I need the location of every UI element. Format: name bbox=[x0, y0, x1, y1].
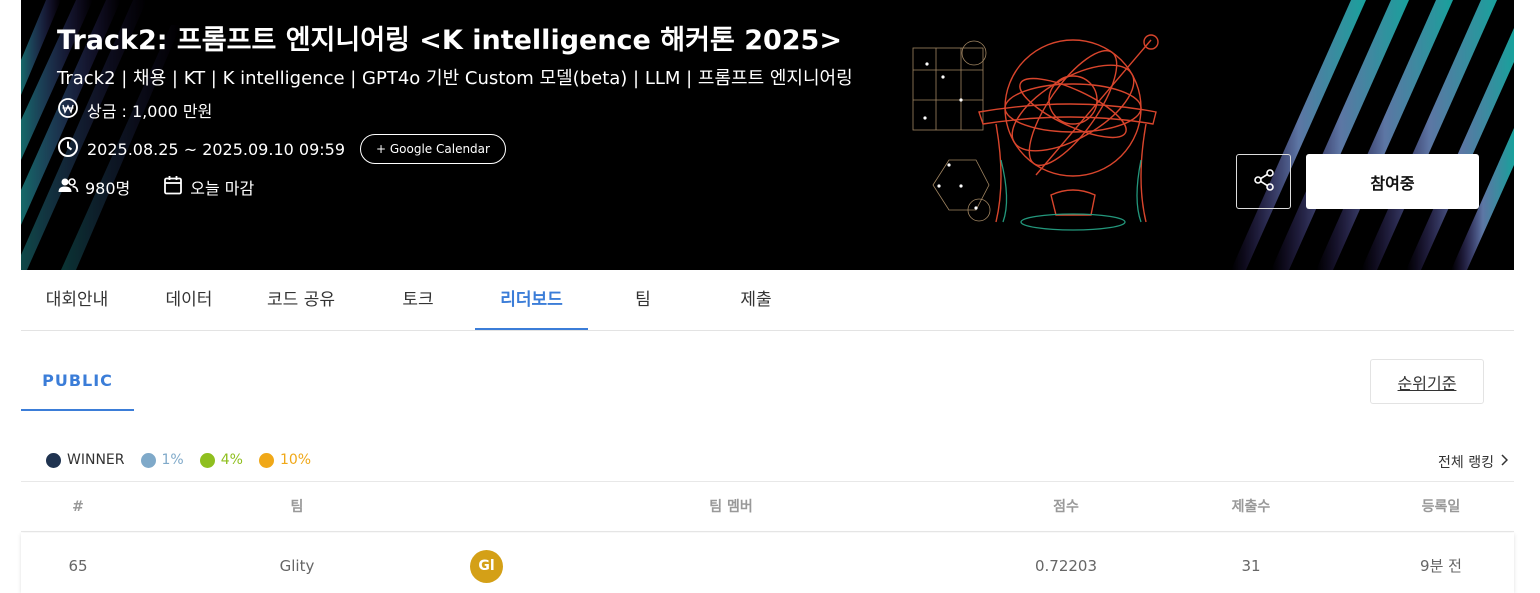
tab-leaderboard[interactable]: 리더보드 bbox=[475, 270, 588, 330]
legend-top-10: 10% bbox=[258, 452, 312, 468]
top-4-dot bbox=[199, 452, 215, 468]
tab-team[interactable]: 팀 bbox=[587, 270, 699, 330]
column-members: 팀 멤버 bbox=[709, 499, 753, 515]
rank-legend: WINNER 1% 4% 10% bbox=[46, 452, 327, 468]
top-10-dot bbox=[258, 452, 274, 468]
legend-label: WINNER bbox=[67, 452, 125, 468]
row-rank: 65 bbox=[68, 557, 88, 575]
people-icon bbox=[57, 174, 79, 200]
banner-text: Track2: 프롬프트 엔지니어링 <K intelligence 해커톤 2… bbox=[57, 0, 957, 270]
row-submissions: 31 bbox=[1241, 557, 1261, 575]
legend-top-1: 1% bbox=[140, 452, 184, 468]
table-row[interactable]: 65 Glity Gl 0.72203 31 9분 전 bbox=[21, 533, 1514, 593]
column-score: 점수 bbox=[1053, 499, 1079, 515]
tab-overview[interactable]: 대회안내 bbox=[21, 270, 133, 330]
competition-tags: Track2 | 채용 | KT | K intelligence | GPT4… bbox=[57, 68, 853, 89]
row-team-name: Glity bbox=[279, 557, 315, 575]
sort-criteria-button[interactable]: 순위기준 bbox=[1370, 359, 1484, 404]
legend-label: 1% bbox=[161, 452, 184, 468]
meta-row: 980명 오늘 마감 bbox=[57, 174, 254, 200]
tab-talk[interactable]: 토크 bbox=[362, 270, 474, 330]
column-rank: # bbox=[72, 499, 84, 515]
competition-banner: Track2: 프롬프트 엔지니어링 <K intelligence 해커톤 2… bbox=[21, 0, 1514, 270]
competition-page: Track2: 프롬프트 엔지니어링 <K intelligence 해커톤 2… bbox=[0, 0, 1540, 593]
tab-data[interactable]: 데이터 bbox=[133, 270, 245, 330]
deadline-text: 오늘 마감 bbox=[190, 179, 255, 198]
member-avatar[interactable]: Gl bbox=[470, 550, 503, 583]
legend-top-4: 4% bbox=[199, 452, 243, 468]
top-1-dot bbox=[140, 452, 156, 468]
won-coin-icon bbox=[57, 97, 79, 123]
google-calendar-button[interactable]: + Google Calendar bbox=[360, 134, 506, 164]
participants-count: 980명 bbox=[85, 179, 131, 198]
column-submissions: 제출수 bbox=[1231, 499, 1271, 515]
tab-public[interactable]: PUBLIC bbox=[21, 359, 134, 411]
leaderboard-header: # 팀 팀 멤버 점수 제출수 등록일 bbox=[21, 481, 1514, 532]
legend-winner: WINNER bbox=[46, 452, 125, 468]
row-registered: 9분 전 bbox=[1420, 557, 1462, 575]
full-ranking-label: 전체 랭킹 bbox=[1438, 455, 1494, 471]
legend-label: 4% bbox=[220, 452, 243, 468]
period-text: 2025.08.25 ~ 2025.09.10 09:59 bbox=[87, 139, 345, 159]
winner-dot bbox=[46, 452, 61, 468]
clock-icon bbox=[57, 136, 79, 162]
tab-submit[interactable]: 제출 bbox=[700, 270, 812, 330]
competition-nav: 대회안내 데이터 코드 공유 토크 리더보드 팀 제출 bbox=[21, 270, 1514, 331]
period-row: 2025.08.25 ~ 2025.09.10 09:59 + Google C… bbox=[57, 134, 506, 164]
prize-text: 상금 : 1,000 만원 bbox=[87, 102, 213, 121]
calendar-icon bbox=[162, 174, 184, 200]
chevron-right-icon bbox=[1500, 454, 1509, 470]
competition-title: Track2: 프롬프트 엔지니어링 <K intelligence 해커톤 2… bbox=[57, 25, 842, 56]
column-team: 팀 bbox=[290, 499, 304, 515]
prize-row: 상금 : 1,000 만원 bbox=[57, 97, 212, 123]
row-score: 0.72203 bbox=[1034, 557, 1098, 575]
share-button[interactable] bbox=[1236, 154, 1291, 209]
column-registered: 등록일 bbox=[1421, 499, 1461, 515]
share-icon bbox=[1251, 167, 1277, 196]
legend-label: 10% bbox=[279, 452, 312, 468]
full-ranking-link[interactable]: 전체 랭킹 bbox=[1438, 452, 1509, 472]
tab-code-share[interactable]: 코드 공유 bbox=[245, 270, 357, 330]
join-button[interactable]: 참여중 bbox=[1306, 154, 1479, 209]
